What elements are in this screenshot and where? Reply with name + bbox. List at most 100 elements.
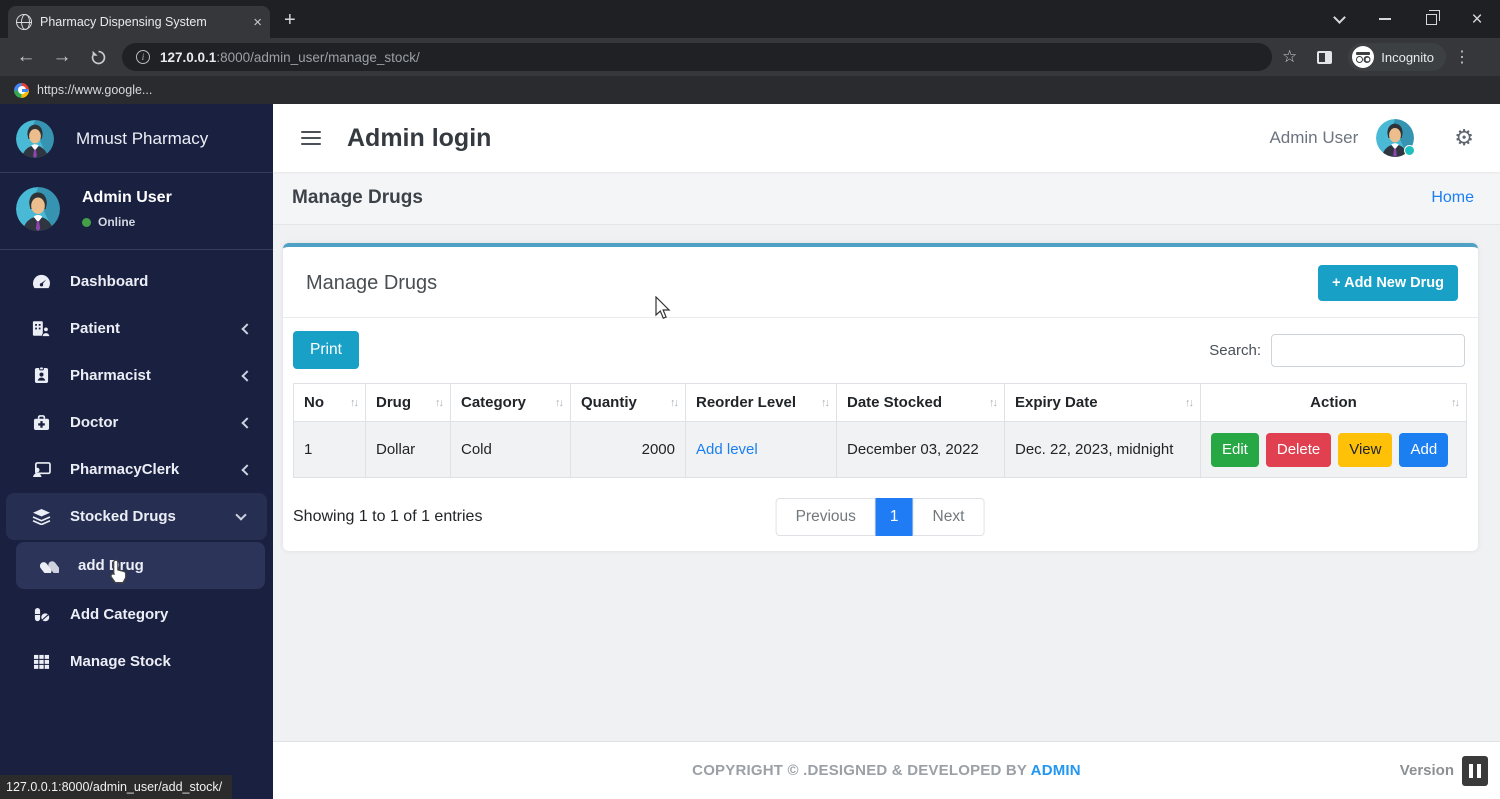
tab-close-icon[interactable]: × bbox=[253, 15, 262, 30]
previous-page-button[interactable]: Previous bbox=[776, 498, 876, 536]
sort-icon[interactable]: ↑↓ bbox=[989, 397, 996, 409]
entries-info: Showing 1 to 1 of 1 entries bbox=[293, 508, 482, 526]
col-reorder-level[interactable]: Reorder Level↑↓ bbox=[686, 384, 837, 422]
col-drug[interactable]: Drug↑↓ bbox=[366, 384, 451, 422]
table-header-row: No↑↓ Drug↑↓ Category↑↓ Quantiy↑↓ Reorder… bbox=[294, 384, 1467, 422]
search-input[interactable] bbox=[1271, 334, 1465, 367]
forward-button[interactable]: → bbox=[44, 46, 80, 68]
cell-date-stocked: December 03, 2022 bbox=[837, 422, 1005, 478]
cell-expiry-date: Dec. 22, 2023, midnight bbox=[1005, 422, 1201, 478]
sidebar-item-doctor[interactable]: Doctor bbox=[0, 399, 273, 446]
sidebar-user-panel: Admin User Online bbox=[0, 173, 273, 250]
bookmark-star-icon[interactable]: ☆ bbox=[1282, 47, 1297, 67]
gear-icon[interactable]: ⚙ bbox=[1454, 125, 1474, 151]
user-avatar bbox=[16, 187, 60, 231]
version-label: Version bbox=[1400, 762, 1454, 779]
search-label: Search: bbox=[1209, 342, 1261, 359]
sidebar-user-name[interactable]: Admin User bbox=[82, 189, 172, 207]
breadcrumb: Manage Drugs Home bbox=[273, 172, 1500, 225]
browser-menu-icon[interactable]: ⋮ bbox=[1452, 47, 1472, 67]
col-category[interactable]: Category↑↓ bbox=[451, 384, 571, 422]
online-status-icon bbox=[82, 218, 91, 227]
sort-icon[interactable]: ↑↓ bbox=[1185, 397, 1192, 409]
url-text: 127.0.0.1:8000/admin_user/manage_stock/ bbox=[160, 50, 420, 65]
pause-icon[interactable] bbox=[1462, 756, 1488, 786]
add-button[interactable]: Add bbox=[1399, 433, 1448, 467]
chevron-left-icon bbox=[241, 464, 252, 475]
sidebar-item-pharmacist[interactable]: Pharmacist bbox=[0, 352, 273, 399]
sort-icon[interactable]: ↑↓ bbox=[821, 397, 828, 409]
sort-icon[interactable]: ↑↓ bbox=[350, 397, 357, 409]
brand[interactable]: Mmust Pharmacy bbox=[0, 104, 273, 173]
incognito-icon bbox=[1352, 46, 1374, 68]
reload-button[interactable] bbox=[80, 49, 116, 66]
col-date-stocked[interactable]: Date Stocked↑↓ bbox=[837, 384, 1005, 422]
sort-icon[interactable]: ↑↓ bbox=[555, 397, 562, 409]
brand-name: Mmust Pharmacy bbox=[76, 129, 208, 149]
page-info-icon[interactable]: i bbox=[136, 50, 150, 64]
brand-logo-avatar bbox=[16, 120, 54, 158]
tab-favicon-globe-icon bbox=[16, 14, 32, 30]
page-1-button[interactable]: 1 bbox=[876, 498, 913, 536]
col-action[interactable]: Action↑↓ bbox=[1201, 384, 1467, 422]
col-quantity[interactable]: Quantiy↑↓ bbox=[571, 384, 686, 422]
view-button[interactable]: View bbox=[1338, 433, 1392, 467]
edit-button[interactable]: Edit bbox=[1211, 433, 1259, 467]
medkit-icon bbox=[30, 415, 52, 431]
sidebar-item-add-category[interactable]: Add Category bbox=[0, 591, 273, 638]
window-controls: × bbox=[1316, 0, 1500, 38]
clerk-monitor-icon bbox=[30, 462, 52, 478]
col-no[interactable]: No↑↓ bbox=[294, 384, 366, 422]
url-bar[interactable]: i 127.0.0.1:8000/admin_user/manage_stock… bbox=[122, 43, 1272, 71]
home-link[interactable]: Home bbox=[1431, 189, 1474, 207]
tab-title: Pharmacy Dispensing System bbox=[40, 15, 245, 29]
cell-no: 1 bbox=[294, 422, 366, 478]
sort-icon[interactable]: ↑↓ bbox=[670, 397, 677, 409]
hamburger-menu-icon[interactable] bbox=[301, 131, 321, 145]
browser-tab[interactable]: Pharmacy Dispensing System × bbox=[8, 6, 270, 38]
page-title: Admin login bbox=[347, 124, 491, 153]
window-chevron-down-icon[interactable] bbox=[1316, 0, 1362, 38]
sort-icon[interactable]: ↑↓ bbox=[435, 397, 442, 409]
admin-link[interactable]: ADMIN bbox=[1031, 762, 1081, 779]
chevron-left-icon bbox=[241, 370, 252, 381]
grid-table-icon bbox=[30, 654, 52, 670]
avatar-status-icon bbox=[1404, 145, 1415, 156]
online-status-label: Online bbox=[98, 215, 135, 229]
next-page-button[interactable]: Next bbox=[913, 498, 985, 536]
window-restore-button[interactable] bbox=[1408, 0, 1454, 38]
cell-category: Cold bbox=[451, 422, 571, 478]
hospital-user-icon bbox=[30, 320, 52, 337]
sidebar-item-manage-stock[interactable]: Manage Stock bbox=[0, 638, 273, 685]
sidebar-item-patient[interactable]: Patient bbox=[0, 305, 273, 352]
google-favicon-icon bbox=[14, 83, 29, 98]
sort-icon[interactable]: ↑↓ bbox=[1451, 397, 1458, 409]
side-panel-icon[interactable] bbox=[1317, 51, 1332, 64]
cell-quantity: 2000 bbox=[571, 422, 686, 478]
add-level-link[interactable]: Add level bbox=[696, 441, 758, 458]
sidebar-item-add-drug[interactable]: add Drug bbox=[16, 542, 265, 589]
header-user-name[interactable]: Admin User bbox=[1269, 128, 1358, 148]
header-avatar[interactable] bbox=[1376, 119, 1414, 157]
footer: COPYRIGHT © .DESIGNED & DEVELOPED BY ADM… bbox=[273, 741, 1500, 799]
incognito-badge: Incognito bbox=[1348, 43, 1446, 71]
delete-button[interactable]: Delete bbox=[1266, 433, 1331, 467]
sidebar-item-stocked-drugs[interactable]: Stocked Drugs bbox=[6, 493, 267, 540]
sidebar-item-pharmacyclerk[interactable]: PharmacyClerk bbox=[0, 446, 273, 493]
add-new-drug-button[interactable]: + Add New Drug bbox=[1318, 265, 1458, 301]
table-row: 1 Dollar Cold 2000 Add level December 03… bbox=[294, 422, 1467, 478]
window-close-button[interactable]: × bbox=[1454, 0, 1500, 38]
print-button[interactable]: Print bbox=[293, 331, 359, 369]
chevron-left-icon bbox=[241, 417, 252, 428]
sidebar: Mmust Pharmacy Admin User Online Dashboa… bbox=[0, 104, 273, 799]
back-button[interactable]: ← bbox=[8, 46, 44, 68]
bookmark-google[interactable]: https://www.google... bbox=[37, 83, 152, 97]
content-area: Manage Drugs + Add New Drug Print Search… bbox=[273, 225, 1500, 741]
window-minimize-button[interactable] bbox=[1362, 0, 1408, 38]
col-expiry-date[interactable]: Expiry Date↑↓ bbox=[1005, 384, 1201, 422]
sidebar-item-dashboard[interactable]: Dashboard bbox=[0, 258, 273, 305]
chevron-down-icon bbox=[235, 509, 246, 520]
pills-icon bbox=[38, 558, 60, 573]
new-tab-button[interactable]: + bbox=[284, 9, 296, 32]
sidebar-nav: Dashboard Patient Pharmacist bbox=[0, 250, 273, 685]
